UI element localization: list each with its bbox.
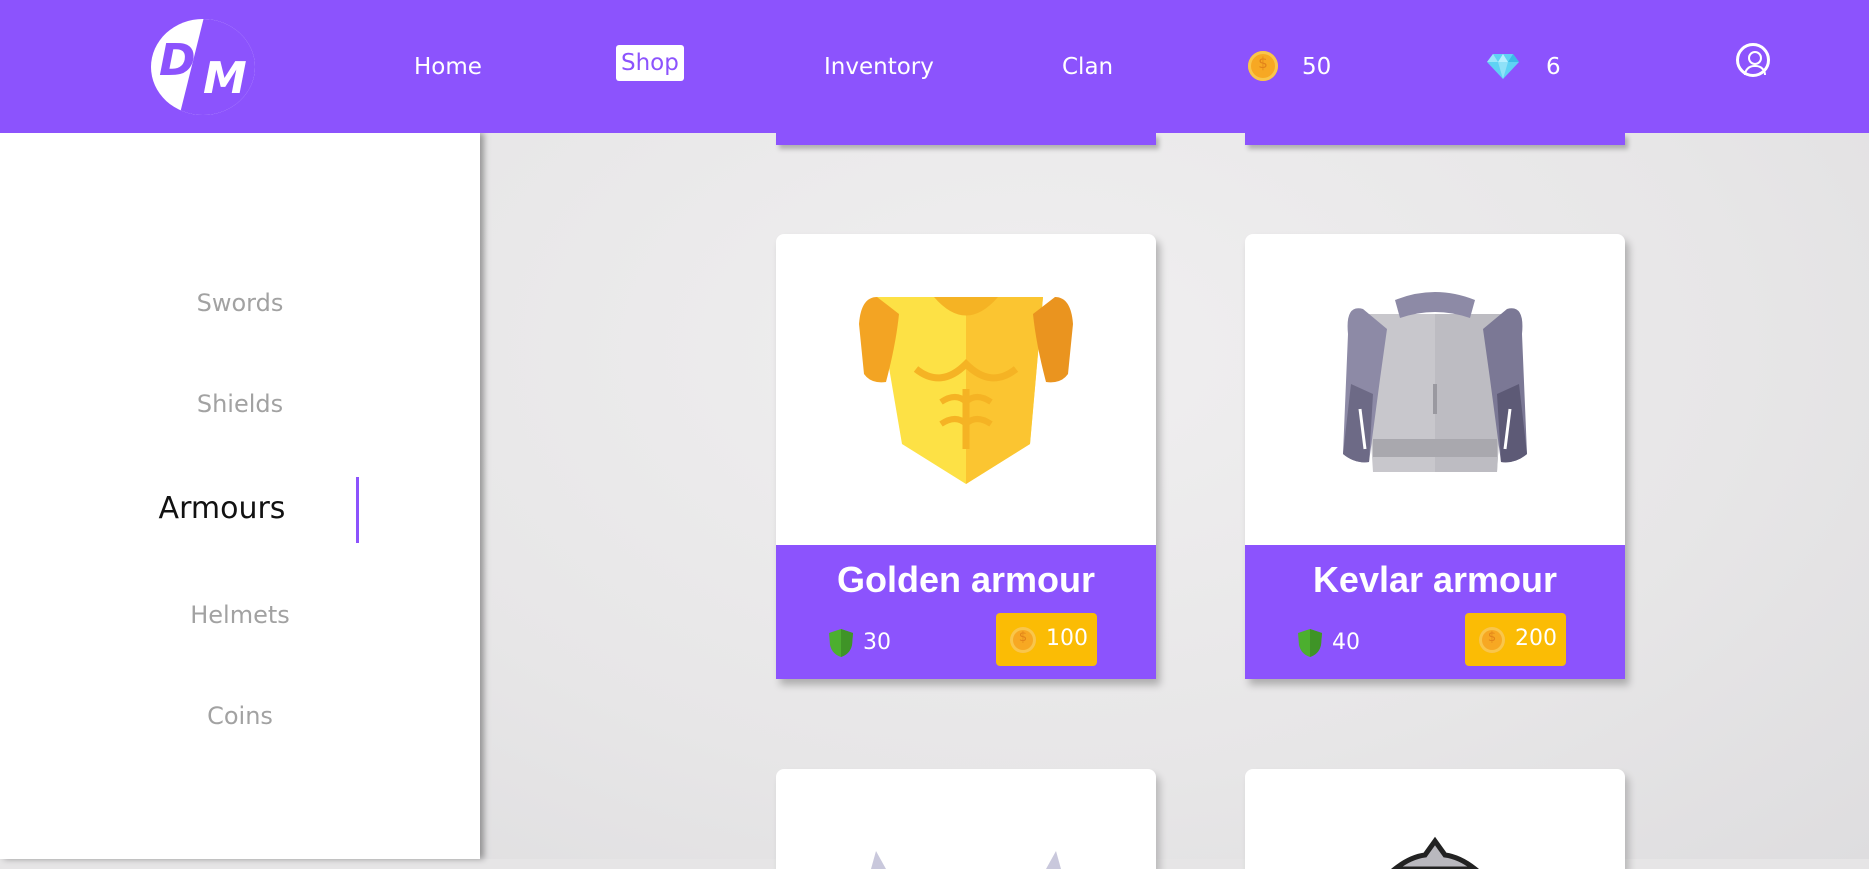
- gem-balance: 6: [1546, 54, 1561, 80]
- item-defense-value: 30: [863, 630, 891, 655]
- nav-inventory[interactable]: Inventory: [824, 52, 934, 82]
- shop-items-area: Golden armour 30 100: [480, 133, 1869, 869]
- item-card-next-left[interactable]: [776, 769, 1156, 869]
- item-card-next-right[interactable]: [1245, 769, 1625, 869]
- coin-icon: [1248, 51, 1278, 81]
- item-price: 200: [1515, 626, 1557, 651]
- category-sidebar: Swords Shields Armours Helmets Coins: [0, 133, 480, 859]
- diamond-icon: [1487, 54, 1519, 79]
- user-icon-body: [1744, 65, 1766, 75]
- category-swords[interactable]: Swords: [0, 289, 480, 317]
- buy-button[interactable]: 100: [996, 613, 1097, 666]
- helmet-image-partial: [1390, 836, 1480, 869]
- shield-icon: [829, 629, 853, 657]
- dm-logo[interactable]: D M: [151, 19, 255, 115]
- item-card-footer: Golden armour 30 100: [776, 545, 1156, 679]
- coin-icon: [1479, 627, 1505, 653]
- item-card-kevlar-armour[interactable]: Kevlar armour 40 200: [1245, 234, 1625, 679]
- buy-button[interactable]: 200: [1465, 613, 1566, 666]
- user-account-icon[interactable]: [1736, 43, 1770, 77]
- category-coins[interactable]: Coins: [0, 702, 480, 730]
- item-name: Kevlar armour: [1312, 559, 1558, 600]
- category-shields[interactable]: Shields: [0, 390, 480, 418]
- active-category-indicator: [356, 477, 359, 543]
- item-price: 100: [1046, 626, 1088, 651]
- shield-icon: [1298, 629, 1322, 657]
- user-icon-head: [1748, 51, 1762, 65]
- top-navigation-bar: D M Home Shop Inventory Clan 50 6: [0, 0, 1869, 133]
- item-defense-value: 40: [1332, 630, 1360, 655]
- nav-clan[interactable]: Clan: [1062, 52, 1113, 82]
- coin-icon: [1010, 627, 1036, 653]
- logo-letter-m: M: [203, 53, 247, 104]
- item-card-golden-armour[interactable]: Golden armour 30 100: [776, 234, 1156, 679]
- logo-letter-d: D: [159, 35, 196, 86]
- nav-home[interactable]: Home: [414, 52, 482, 82]
- golden-armour-image: [859, 297, 1073, 484]
- item-name: Golden armour: [836, 559, 1096, 600]
- card-footer-above-left: [776, 133, 1156, 145]
- coin-balance: 50: [1302, 54, 1332, 80]
- item-card-footer: Kevlar armour 40 200: [1245, 545, 1625, 679]
- kevlar-armour-image: [1343, 292, 1527, 472]
- helmet-image-partial: [871, 851, 1061, 869]
- nav-shop[interactable]: Shop: [616, 45, 684, 81]
- category-armours[interactable]: Armours: [0, 491, 462, 526]
- card-footer-above-right: [1245, 133, 1625, 145]
- category-helmets[interactable]: Helmets: [0, 601, 480, 629]
